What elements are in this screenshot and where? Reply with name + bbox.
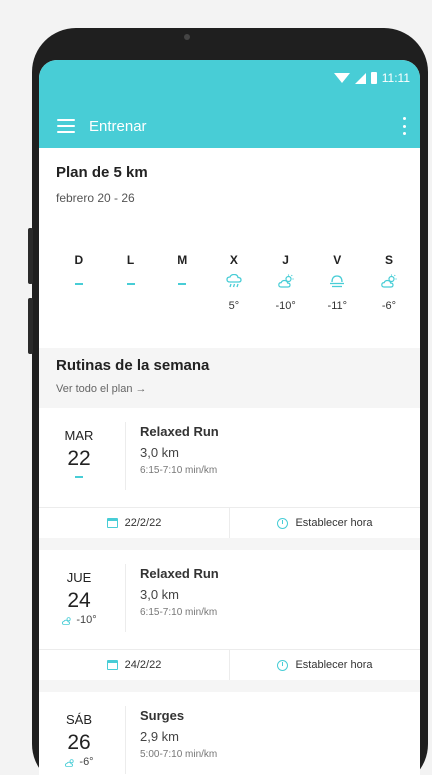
day-letter: D	[74, 253, 84, 267]
workout-weather: -6°	[54, 756, 104, 768]
workout-distance: 3,0 km	[140, 587, 180, 602]
workout-footer: 22/2/22 Establecer hora	[39, 507, 420, 538]
workout-distance: 2,9 km	[140, 729, 180, 744]
no-weather-dash	[75, 476, 83, 478]
clock-icon	[277, 517, 289, 529]
day-letter: V	[333, 253, 342, 267]
workout-temp: -6°	[79, 756, 94, 768]
workout-date: MAR 22	[54, 428, 104, 478]
plan-title: Plan de 5 km	[56, 164, 148, 181]
workout-day-name: SÁB	[65, 712, 92, 727]
routines-title: Rutinas de la semana	[56, 357, 210, 374]
app-screen: 11:11 Entrenar Plan de 5 km febrero 20 -…	[39, 60, 420, 775]
no-weather-dash	[126, 283, 135, 285]
workout-card[interactable]: JUE 24 -10° Relaxed Run 3,0 km 6:15-7:10…	[39, 550, 420, 680]
workout-date: JUE 24 -10°	[54, 570, 104, 626]
status-time: 11:11	[381, 71, 410, 85]
power-button	[28, 298, 33, 354]
workout-card[interactable]: MAR 22 Relaxed Run 3,0 km 6:15-7:10 min/…	[39, 408, 420, 538]
calendar-icon	[106, 660, 118, 670]
day-column: S -6°	[363, 253, 415, 333]
page-title: Entrenar	[89, 117, 147, 135]
fog-icon	[330, 275, 345, 288]
workout-day-name: MAR	[64, 428, 94, 443]
day-temp: -6°	[381, 300, 397, 312]
week-days: D L M X 5° J -10° V -11° S -6°	[53, 253, 415, 333]
day-temp: -11°	[327, 300, 348, 312]
menu-icon[interactable]	[57, 119, 75, 133]
workout-date-button[interactable]: 24/2/22	[39, 650, 229, 680]
day-letter: X	[229, 253, 238, 267]
workout-day-number: 26	[67, 731, 91, 754]
calendar-icon	[106, 518, 118, 528]
day-letter: L	[126, 253, 135, 267]
workout-day-number: 24	[67, 589, 91, 612]
divider	[125, 564, 126, 632]
app-header: 11:11 Entrenar	[39, 60, 420, 148]
workout-info: Surges 2,9 km 5:00-7:10 min/km	[140, 708, 217, 760]
workout-day-name: JUE	[66, 570, 92, 585]
divider	[125, 422, 126, 490]
workout-card[interactable]: SÁB 26 -6° Surges 2,9 km 5:00-7:10 min/k…	[39, 692, 420, 775]
rain-icon	[226, 274, 242, 288]
set-time-label: Establecer hora	[295, 659, 373, 671]
workout-temp: -10°	[76, 614, 97, 626]
workout-day-number: 22	[67, 447, 91, 470]
workout-name: Relaxed Run	[140, 424, 219, 439]
plan-date-range: febrero 20 - 26	[56, 191, 135, 205]
workout-date-label: 24/2/22	[124, 659, 162, 671]
day-column: L	[105, 253, 157, 333]
workout-distance: 3,0 km	[140, 445, 180, 460]
plan-card[interactable]: Plan de 5 km febrero 20 - 26 D L M X 5° …	[39, 148, 420, 348]
workout-date-label: 22/2/22	[124, 517, 162, 529]
divider	[125, 706, 126, 774]
workout-pace: 6:15-7:10 min/km	[140, 465, 218, 476]
workout-info: Relaxed Run 3,0 km 6:15-7:10 min/km	[140, 566, 219, 618]
no-weather-dash	[74, 283, 83, 285]
workout-info: Relaxed Run 3,0 km 6:15-7:10 min/km	[140, 424, 219, 476]
set-time-button[interactable]: Establecer hora	[229, 650, 420, 680]
day-column: V -11°	[311, 253, 363, 333]
day-temp: -10°	[275, 300, 296, 312]
partly-cloudy-icon	[277, 274, 294, 288]
day-column: D	[53, 253, 105, 333]
day-column: X 5°	[208, 253, 260, 333]
workout-name: Relaxed Run	[140, 566, 219, 581]
more-options-icon[interactable]	[402, 117, 406, 135]
workout-name: Surges	[140, 708, 185, 723]
day-temp: 5°	[228, 300, 240, 312]
workout-pace: 6:15-7:10 min/km	[140, 607, 218, 618]
day-letter: M	[177, 253, 188, 267]
battery-icon	[370, 72, 377, 84]
workout-pace: 5:00-7:10 min/km	[140, 749, 218, 760]
day-column: M	[156, 253, 208, 333]
workout-footer: 24/2/22 Establecer hora	[39, 649, 420, 680]
no-weather-dash	[178, 283, 187, 285]
clock-icon	[277, 659, 289, 671]
toolbar: Entrenar	[39, 104, 420, 148]
workout-date-button[interactable]: 22/2/22	[39, 508, 229, 538]
volume-button	[28, 228, 33, 284]
workout-weather: -10°	[54, 614, 104, 626]
partly-cloudy-icon	[65, 758, 75, 767]
wifi-icon	[333, 73, 350, 83]
day-letter: J	[282, 253, 289, 267]
partly-cloudy-icon	[381, 274, 397, 288]
set-time-label: Establecer hora	[295, 517, 373, 529]
signal-icon	[354, 72, 366, 84]
status-bar: 11:11	[333, 71, 410, 85]
day-column: J -10°	[260, 253, 312, 333]
workout-date: SÁB 26 -6°	[54, 712, 104, 768]
set-time-button[interactable]: Establecer hora	[229, 508, 420, 538]
view-full-plan-link[interactable]: Ver todo el plan →	[56, 383, 147, 395]
partly-cloudy-icon	[62, 616, 71, 625]
day-letter: S	[384, 253, 393, 267]
camera	[184, 34, 190, 40]
routines-header: Rutinas de la semana Ver todo el plan →	[39, 348, 420, 408]
